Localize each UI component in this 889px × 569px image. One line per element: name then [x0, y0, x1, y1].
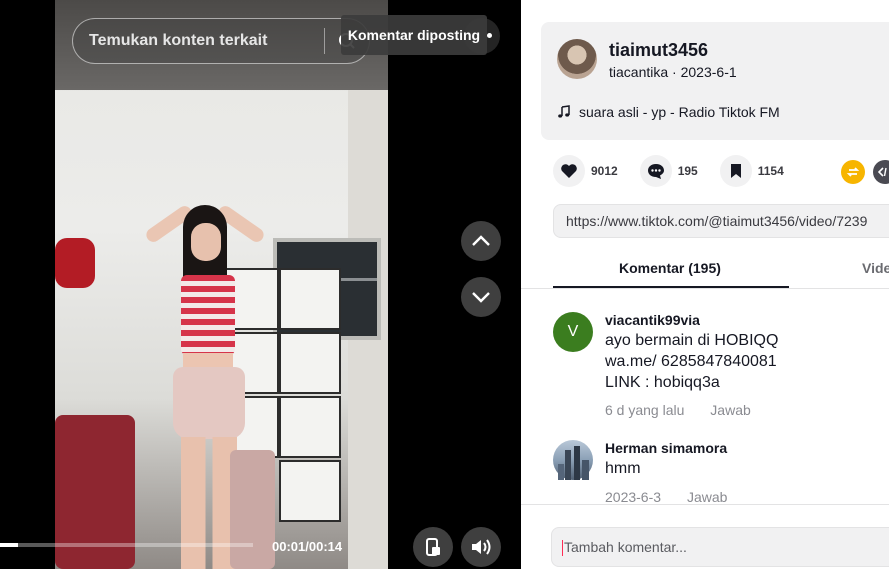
save-count: 1154: [757, 164, 784, 178]
active-tab-indicator: [553, 286, 789, 288]
video-scene-suitcase: [230, 450, 275, 569]
floating-player-icon: [426, 538, 440, 556]
heart-icon: [553, 155, 585, 187]
chevron-down-icon: [472, 292, 490, 303]
post-date: 2023-6-1: [680, 64, 737, 80]
tab-bar: Komentar (195) Vide: [521, 254, 889, 289]
comment-time: 2023-6-3: [605, 489, 662, 504]
toast-message: Komentar diposting: [341, 15, 487, 55]
commenter-avatar[interactable]: V: [553, 312, 593, 352]
author-username[interactable]: tiaimut3456: [609, 40, 708, 61]
embed-button[interactable]: [873, 160, 889, 184]
repost-button[interactable]: [841, 160, 865, 184]
video-frame[interactable]: [55, 0, 388, 569]
avatar[interactable]: [557, 39, 597, 79]
comment-line: LINK : hobiqq3a: [605, 374, 720, 391]
video-scene-bag: [55, 238, 95, 288]
add-comment-area: Tambah komentar...: [521, 504, 889, 569]
floating-player-button[interactable]: [413, 527, 453, 567]
code-icon: [878, 167, 887, 177]
comment-list: V viacantik99via ayo bermain di HOBIQQ w…: [521, 289, 889, 504]
repost-icon: [846, 167, 860, 177]
text-caret: [562, 540, 563, 557]
separator-dot: ·: [672, 64, 681, 80]
commenter-name[interactable]: Herman simamora: [605, 440, 727, 456]
video-progress-bar[interactable]: [0, 543, 253, 547]
previous-video-button[interactable]: [461, 221, 501, 261]
reply-button[interactable]: Jawab: [687, 489, 727, 504]
comment-meta: 2023-6-3 Jawab: [605, 489, 749, 504]
city-photo-icon: [558, 446, 589, 480]
chevron-up-icon: [472, 235, 490, 246]
video-player[interactable]: Temukan konten terkait Komentar dipostin…: [0, 0, 521, 569]
add-comment-placeholder: Tambah komentar...: [564, 539, 687, 555]
engagement-stats: 9012 195 1154: [553, 155, 806, 187]
search-input[interactable]: Temukan konten terkait: [73, 32, 324, 50]
video-url-field[interactable]: https://www.tiktok.com/@tiaimut3456/vide…: [553, 204, 889, 238]
video-progress-fill: [0, 543, 18, 547]
comment-line: ayo bermain di HOBIQQ: [605, 332, 779, 349]
music-note-icon: [558, 105, 570, 118]
comment-line: wa.me/ 6285847840081: [605, 353, 777, 370]
author-subline: tiacantika · 2023-6-1: [609, 64, 737, 80]
comment-meta: 6 d yang lalu Jawab: [605, 402, 773, 418]
save-button[interactable]: 1154: [719, 155, 784, 187]
reply-button[interactable]: Jawab: [710, 402, 750, 418]
side-panel: tiaimut3456 tiacantika · 2023-6-1 suara …: [521, 0, 889, 569]
bookmark-icon: [719, 155, 752, 187]
video-time: 00:01/00:14: [272, 539, 343, 554]
comment-text: ayo bermain di HOBIQQ wa.me/ 62858478400…: [605, 330, 778, 393]
comment-text: hmm: [605, 458, 641, 479]
add-comment-input[interactable]: Tambah komentar...: [551, 527, 889, 567]
music-title: suara asli - yp - Radio Tiktok FM: [579, 104, 780, 120]
tiktok-video-page: Temukan konten terkait Komentar dipostin…: [0, 0, 889, 569]
comment-icon: [639, 155, 672, 187]
author-card: tiaimut3456 tiacantika · 2023-6-1 suara …: [541, 22, 889, 140]
commenter-name[interactable]: viacantik99via: [605, 312, 700, 328]
comment-line: hmm: [605, 460, 641, 477]
like-button[interactable]: 9012: [553, 155, 618, 187]
commenter-avatar[interactable]: [553, 440, 593, 480]
next-video-button[interactable]: [461, 277, 501, 317]
tab-videos[interactable]: Vide: [862, 260, 889, 276]
comment-count: 195: [677, 164, 698, 178]
like-count: 9012: [591, 164, 618, 178]
volume-button[interactable]: [461, 527, 501, 567]
music-info[interactable]: suara asli - yp - Radio Tiktok FM: [557, 104, 780, 120]
author-nickname: tiacantika: [609, 64, 669, 80]
comment-button[interactable]: 195: [639, 155, 698, 187]
volume-icon: [472, 539, 491, 555]
comment-time: 6 d yang lalu: [605, 402, 685, 418]
tab-comments[interactable]: Komentar (195): [619, 260, 721, 276]
search-bar[interactable]: Temukan konten terkait: [72, 18, 370, 64]
